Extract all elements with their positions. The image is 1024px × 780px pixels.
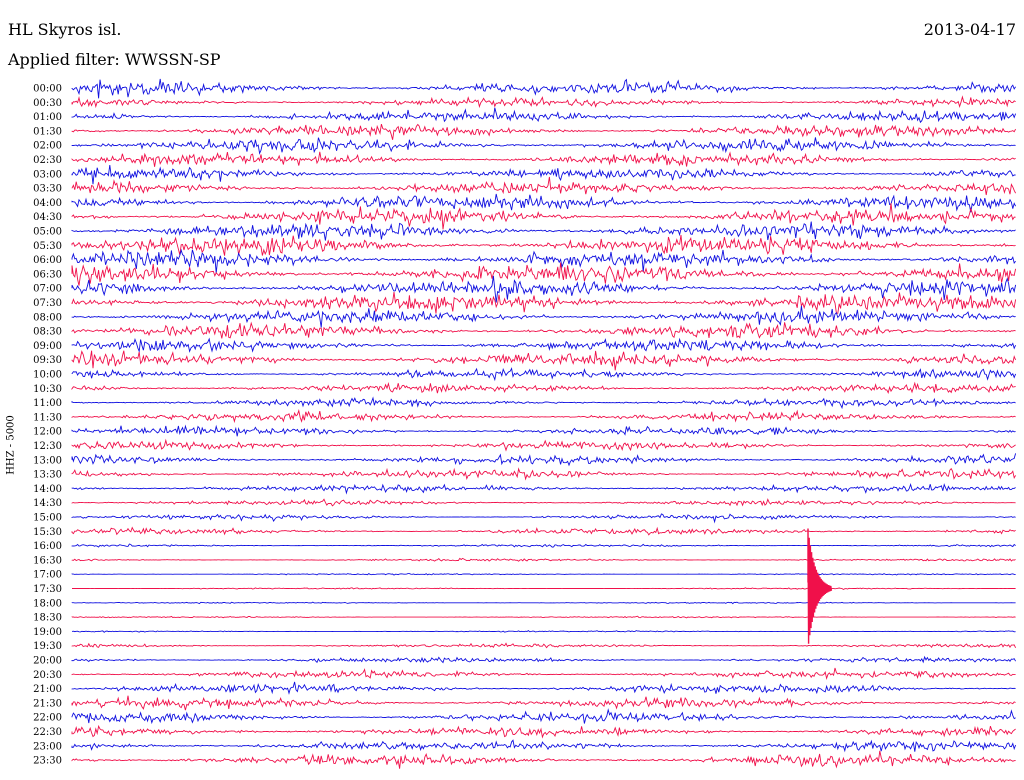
time-tick-label: 20:00 — [33, 656, 62, 667]
seismic-trace — [71, 498, 1016, 507]
seismic-trace — [71, 409, 1016, 424]
seismic-trace — [71, 601, 1016, 605]
time-tick-label: 05:30 — [33, 241, 62, 252]
time-tick-label: 06:00 — [33, 255, 62, 266]
time-tick-label: 17:00 — [33, 570, 62, 581]
seismic-trace — [71, 695, 1016, 711]
time-tick-label: 07:00 — [33, 284, 62, 295]
time-tick-label: 05:00 — [33, 227, 62, 238]
time-tick-label: 02:00 — [33, 141, 62, 152]
seismic-trace — [71, 123, 1016, 140]
seismic-trace — [71, 262, 1017, 286]
time-tick-label: 08:00 — [33, 312, 62, 323]
time-tick-label: 21:00 — [33, 684, 62, 695]
time-tick-label: 15:30 — [33, 527, 62, 538]
time-tick-label: 10:30 — [33, 384, 62, 395]
time-tick-label: 03:00 — [33, 169, 62, 180]
time-tick-label: 15:00 — [33, 513, 62, 524]
seismic-trace — [71, 543, 1016, 548]
time-tick-label: 23:30 — [33, 756, 62, 767]
seismic-trace — [71, 708, 1016, 725]
time-tick-label: 18:00 — [33, 598, 62, 609]
time-tick-label: 02:30 — [33, 155, 62, 166]
seismic-trace — [71, 248, 1016, 274]
seismic-trace — [71, 291, 1017, 314]
time-tick-label: 06:30 — [33, 269, 62, 280]
time-tick-label: 09:30 — [33, 355, 62, 366]
time-tick-label: 10:00 — [33, 370, 62, 381]
seismic-trace — [71, 467, 1016, 481]
time-tick-label: 11:00 — [33, 398, 62, 409]
seismic-trace — [72, 587, 1016, 591]
seismic-trace — [71, 107, 1017, 124]
seismic-trace — [71, 615, 1016, 619]
time-tick-label: 04:00 — [33, 198, 62, 209]
time-tick-label: 01:00 — [33, 112, 62, 123]
time-tick-label: 12:00 — [33, 427, 62, 438]
time-tick-label: 14:30 — [33, 498, 62, 509]
time-tick-label: 16:00 — [33, 541, 62, 552]
time-tick-label: 19:30 — [33, 641, 62, 652]
seismic-trace — [71, 193, 1017, 213]
time-tick-label: 13:00 — [33, 455, 62, 466]
seismic-trace — [71, 234, 1016, 256]
seismic-trace — [71, 78, 1016, 99]
time-tick-label: 09:00 — [33, 341, 62, 352]
seismic-trace — [71, 137, 1016, 155]
seismic-trace — [71, 321, 1016, 339]
seismic-trace — [71, 305, 1016, 328]
seismic-trace — [71, 482, 1016, 495]
time-tick-label: 01:30 — [33, 126, 62, 137]
helicorder-plot: 00:00 00:30 01:00 01:30 02:00 02:30 03:00 03:30… — [33, 78, 1017, 769]
time-tick-label: 22:00 — [33, 713, 62, 724]
seismic-trace — [71, 557, 1016, 562]
seismic-trace — [71, 630, 1016, 633]
seismic-trace — [71, 95, 1016, 109]
seismic-trace — [71, 573, 1016, 576]
seismic-trace — [71, 526, 1016, 536]
seismic-trace — [71, 750, 1016, 769]
seismic-trace — [71, 438, 1016, 452]
time-tick-label: 19:00 — [33, 627, 62, 638]
seismic-trace — [71, 424, 1016, 437]
seismic-trace — [71, 396, 1016, 410]
time-tick-label: 17:30 — [33, 584, 62, 595]
time-tick-label: 21:30 — [33, 698, 62, 709]
time-tick-label: 12:30 — [33, 441, 62, 452]
seismic-trace — [71, 655, 1016, 664]
time-tick-label: 18:30 — [33, 613, 62, 624]
seismic-trace — [71, 724, 1016, 739]
time-tick-label: 22:30 — [33, 727, 62, 738]
seismic-trace — [71, 176, 1017, 196]
seismic-trace — [71, 381, 1016, 394]
seismic-trace — [71, 337, 1017, 354]
seismic-trace — [71, 164, 1016, 185]
time-tick-label: 04:30 — [33, 212, 62, 223]
seismic-trace — [71, 642, 1017, 649]
seismic-trace — [71, 681, 1016, 695]
seismic-trace — [71, 275, 1017, 303]
time-tick-label: 14:00 — [33, 484, 62, 495]
seismic-trace — [71, 513, 1016, 524]
time-tick-label: 00:30 — [33, 98, 62, 109]
time-tick-label: 20:30 — [33, 670, 62, 681]
time-tick-label: 08:30 — [33, 327, 62, 338]
seismic-trace — [71, 203, 1016, 230]
time-tick-label: 00:00 — [33, 84, 62, 95]
time-tick-label: 11:30 — [33, 412, 62, 423]
seismic-trace — [71, 667, 1016, 681]
time-tick-label: 16:30 — [33, 555, 62, 566]
seismic-trace — [71, 453, 1017, 467]
time-tick-label: 07:30 — [33, 298, 62, 309]
time-tick-label: 13:30 — [33, 470, 62, 481]
seismic-trace — [71, 151, 1016, 167]
seismic-trace — [71, 221, 1016, 241]
time-tick-label: 03:30 — [33, 184, 62, 195]
seismic-trace — [71, 350, 1017, 371]
seismic-trace — [71, 367, 1017, 382]
time-tick-label: 23:00 — [33, 741, 62, 752]
seismic-trace — [71, 739, 1017, 753]
